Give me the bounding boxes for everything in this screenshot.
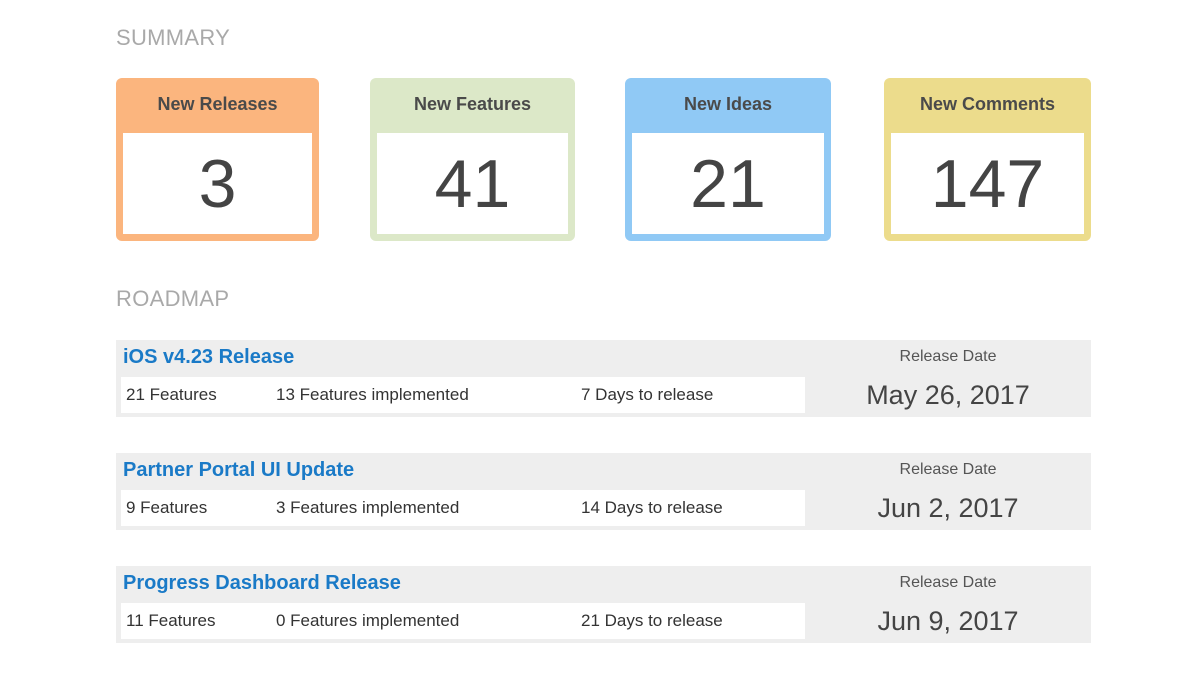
- card-value: 3: [198, 145, 237, 222]
- summary-cards: New Releases 3 New Features 41 New Ideas…: [0, 78, 1200, 241]
- card-title: New Ideas: [683, 94, 773, 114]
- days-to-release: 14 Days to release: [581, 498, 723, 517]
- card-title: New Releases: [157, 94, 278, 114]
- release-row: Partner Portal UI Update 9 Features 3 Fe…: [116, 453, 1091, 530]
- days-to-release: 7 Days to release: [581, 385, 714, 404]
- release-name-link[interactable]: iOS v4.23 Release: [123, 346, 294, 369]
- features-implemented: 0 Features implemented: [276, 611, 460, 630]
- card-new-features[interactable]: New Features 41: [370, 78, 575, 241]
- release-date: Jun 2, 2017: [877, 493, 1019, 523]
- card-title: New Comments: [919, 94, 1056, 114]
- features-count: 21 Features: [126, 385, 217, 404]
- features-count: 11 Features: [126, 611, 216, 630]
- card-body: 21: [632, 133, 824, 234]
- card-body: 3: [123, 133, 312, 234]
- card-title: New Features: [413, 94, 532, 114]
- release-stats: 9 Features 3 Features implemented 14 Day…: [121, 490, 805, 526]
- release-row: iOS v4.23 Release 21 Features 13 Feature…: [116, 340, 1091, 417]
- release-row: Progress Dashboard Release 11 Features 0…: [116, 566, 1091, 643]
- card-body: 41: [377, 133, 568, 234]
- card-value: 41: [434, 145, 511, 222]
- features-implemented: 13 Features implemented: [276, 385, 469, 404]
- release-date: May 26, 2017: [866, 380, 1030, 410]
- release-date: Jun 9, 2017: [877, 606, 1019, 636]
- card-value: 21: [690, 145, 766, 222]
- roadmap-heading: ROADMAP: [116, 286, 230, 311]
- release-date-label: Release Date: [899, 461, 997, 478]
- summary-heading: SUMMARY: [116, 25, 231, 50]
- card-new-releases[interactable]: New Releases 3: [116, 78, 319, 241]
- features-count: 9 Features: [126, 498, 208, 517]
- days-to-release: 21 Days to release: [581, 611, 723, 630]
- card-value: 147: [930, 145, 1045, 222]
- release-date-label: Release Date: [899, 574, 997, 591]
- card-body: 147: [891, 133, 1084, 234]
- release-stats: 21 Features 13 Features implemented 7 Da…: [121, 377, 805, 413]
- card-new-comments[interactable]: New Comments 147: [884, 78, 1091, 241]
- release-date-label: Release Date: [899, 348, 997, 365]
- release-name-link[interactable]: Partner Portal UI Update: [123, 459, 354, 482]
- card-new-ideas[interactable]: New Ideas 21: [625, 78, 831, 241]
- release-stats: 11 Features 0 Features implemented 21 Da…: [121, 603, 805, 639]
- release-name-link[interactable]: Progress Dashboard Release: [123, 572, 401, 595]
- features-implemented: 3 Features implemented: [276, 498, 460, 517]
